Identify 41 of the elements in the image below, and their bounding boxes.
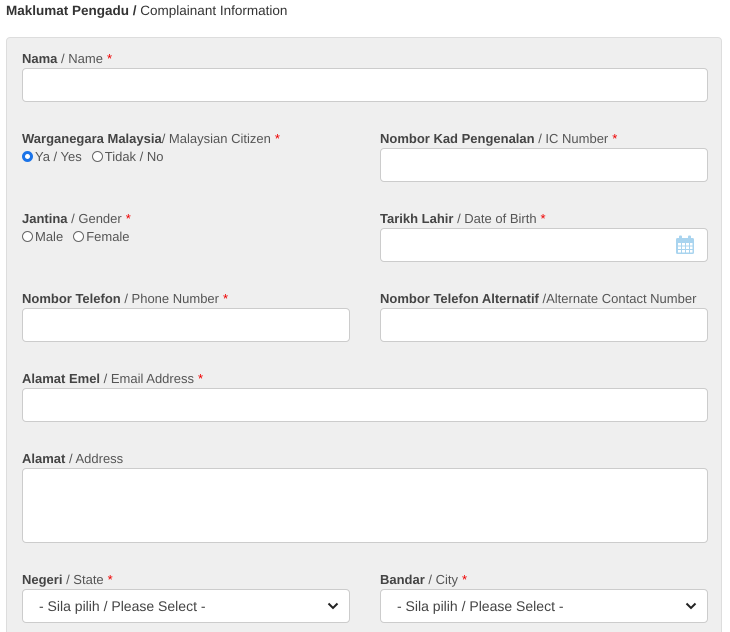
field-label: Bandar / City bbox=[380, 572, 458, 587]
field-label: Nombor Telefon / Phone Number bbox=[22, 291, 219, 306]
input-field[interactable] bbox=[22, 388, 708, 422]
field-label: Negeri / State bbox=[22, 572, 104, 587]
field-label: Warganegara Malaysia/ Malaysian Citizen bbox=[22, 131, 271, 146]
input-field[interactable] bbox=[22, 68, 708, 102]
chevron-down-icon bbox=[327, 602, 339, 610]
required-mark: * bbox=[198, 371, 204, 386]
section-title: Maklumat Pengadu / Complainant Information bbox=[5, 2, 288, 20]
input-field[interactable] bbox=[380, 148, 708, 182]
calendar-icon bbox=[675, 235, 695, 255]
address-field[interactable] bbox=[22, 468, 708, 543]
input-field[interactable] bbox=[380, 308, 708, 342]
field-label: Alamat Emel / Email Address bbox=[22, 371, 194, 386]
radio-label[interactable]: Tidak / No bbox=[104, 149, 164, 164]
required-mark: * bbox=[222, 291, 228, 306]
radio-label[interactable]: Male bbox=[35, 229, 64, 244]
field-label: Tarikh Lahir / Date of Birth bbox=[380, 211, 537, 226]
field-label: Nama / Name bbox=[22, 51, 103, 66]
field-label: Jantina / Gender bbox=[22, 211, 122, 226]
required-mark: * bbox=[126, 211, 131, 226]
required-mark: * bbox=[462, 572, 468, 587]
required-mark: * bbox=[540, 211, 546, 226]
radio-button[interactable] bbox=[73, 231, 84, 242]
field-label: Nombor Kad Pengenalan / IC Number bbox=[380, 131, 608, 146]
radio-button[interactable] bbox=[92, 151, 103, 162]
required-mark: * bbox=[108, 572, 113, 587]
field-label: Nombor Telefon Alternatif /Alternate Contact Number bbox=[380, 291, 696, 306]
radio-label[interactable]: Ya / Yes bbox=[35, 149, 82, 164]
field-label: Alamat / Address bbox=[22, 451, 124, 466]
required-mark: * bbox=[106, 51, 112, 66]
chevron-down-icon bbox=[685, 602, 697, 610]
radio-button[interactable] bbox=[22, 151, 33, 162]
radio-label[interactable]: Female bbox=[86, 229, 130, 244]
date-field[interactable] bbox=[380, 228, 708, 262]
input-field[interactable] bbox=[22, 308, 350, 342]
select-dropdown[interactable]: - Sila pilih / Please Select - bbox=[380, 589, 708, 623]
required-mark: * bbox=[274, 131, 280, 146]
select-dropdown[interactable]: - Sila pilih / Please Select - bbox=[22, 589, 350, 623]
required-mark: * bbox=[612, 131, 618, 146]
radio-button[interactable] bbox=[22, 231, 33, 242]
